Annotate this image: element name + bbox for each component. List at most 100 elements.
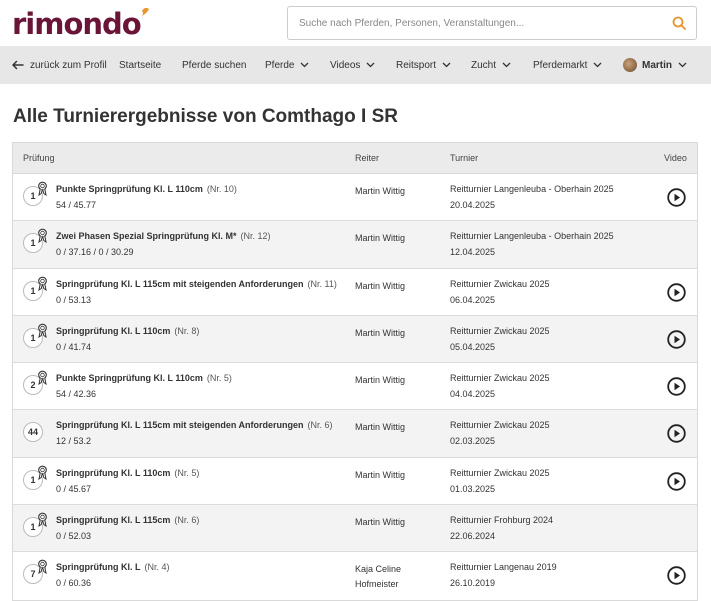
- chevron-down-icon: [442, 62, 451, 68]
- tournament-name[interactable]: Reitturnier Langenau 2019: [450, 562, 557, 572]
- test-name[interactable]: Springprüfung Kl. L 115cm mit steigenden…: [56, 279, 337, 289]
- nav-item-pferde-suchen[interactable]: Pferde suchen: [182, 46, 247, 84]
- play-video-icon[interactable]: [667, 424, 686, 444]
- placement-number: 1: [30, 332, 36, 343]
- chevron-down-icon: [594, 62, 602, 68]
- tournament-date: 02.03.2025: [450, 436, 496, 447]
- rider-name[interactable]: Martin Wittig: [355, 468, 435, 483]
- ribbon-icon: [38, 228, 47, 244]
- test-title: Punkte Springprüfung Kl. L 110cm: [56, 373, 203, 384]
- rider-name[interactable]: Kaja Celine Hofmeister: [355, 562, 435, 592]
- tournament-date: 22.06.2024: [450, 531, 496, 542]
- nav-label: Pferde: [265, 59, 295, 71]
- test-title: Springprüfung Kl. L 110cm: [56, 325, 171, 336]
- tournament-date: 26.10.2019: [450, 578, 496, 589]
- table-body: 1 Punkte Springprüfung Kl. L 110cm (Nr. 1…: [13, 174, 697, 600]
- score: 54 / 42.36: [56, 389, 97, 400]
- placement-number: 7: [30, 569, 36, 580]
- ribbon-icon: [38, 181, 47, 196]
- test-number: (Nr. 10): [206, 184, 237, 194]
- rimondo-logo[interactable]: rimondo: [12, 6, 149, 42]
- tournament-name[interactable]: Reitturnier Frohburg 2024: [450, 515, 553, 525]
- test-number: (Nr. 6): [174, 515, 200, 526]
- score: 0 / 52.03: [56, 531, 92, 542]
- play-video-icon[interactable]: [667, 377, 686, 396]
- test-name[interactable]: Zwei Phasen Spezial Springprüfung Kl. M*…: [56, 231, 271, 241]
- play-video-icon[interactable]: [667, 330, 686, 349]
- table-row[interactable]: 1 Springprüfung Kl. L 115cm mit steigend…: [13, 269, 697, 316]
- arrow-left-icon: [12, 60, 24, 70]
- chevron-down-icon: [301, 62, 309, 68]
- test-name[interactable]: Punkte Springprüfung Kl. L 110cm (Nr. 5): [56, 373, 232, 383]
- nav-item-pferde[interactable]: Pferde: [265, 46, 309, 84]
- table-row[interactable]: 1 Springprüfung Kl. L 110cm (Nr. 5) 0 / 4…: [13, 458, 697, 506]
- rider-name[interactable]: Martin Wittig: [355, 184, 435, 199]
- test-name[interactable]: Springprüfung Kl. L 110cm (Nr. 8): [56, 326, 199, 336]
- tournament-name[interactable]: Reitturnier Zwickau 2025: [450, 420, 550, 430]
- rider-name[interactable]: Martin Wittig: [355, 279, 435, 294]
- ribbon-icon: [38, 276, 47, 291]
- table-row[interactable]: 7 Springprüfung Kl. L (Nr. 4) 0 / 60.36 K…: [13, 552, 697, 599]
- test-name[interactable]: Springprüfung Kl. L 110cm (Nr. 5): [56, 468, 199, 478]
- play-video-icon[interactable]: [667, 282, 686, 302]
- test-number: (Nr. 12): [240, 231, 271, 242]
- placement-number: 1: [30, 238, 36, 249]
- table-row[interactable]: 1 Springprüfung Kl. L 110cm (Nr. 8) 0 / 4…: [13, 315, 697, 364]
- tournament-name[interactable]: Reitturnier Zwickau 2025: [450, 279, 550, 289]
- tournament-name[interactable]: Reitturnier Langenleuba - Oberhain 2025: [450, 231, 614, 241]
- tournament-name[interactable]: Reitturnier Zwickau 2025: [450, 326, 550, 336]
- test-name[interactable]: Springprüfung Kl. L (Nr. 4): [56, 562, 170, 572]
- nav-item-reitsport[interactable]: Reitsport: [396, 46, 451, 84]
- test-name[interactable]: Springprüfung Kl. L 115cm (Nr. 6): [56, 515, 199, 525]
- rider-name[interactable]: Martin Wittig: [355, 515, 435, 530]
- nav-label: Pferde suchen: [182, 59, 247, 71]
- table-row[interactable]: 44 Springprüfung Kl. L 115cm mit steigen…: [13, 410, 697, 458]
- table-row[interactable]: 2 Punkte Springprüfung Kl. L 110cm (Nr. 5…: [13, 363, 697, 411]
- nav-item-pferdemarkt[interactable]: Pferdemarkt: [533, 46, 602, 84]
- search-input[interactable]: [288, 7, 648, 39]
- test-name[interactable]: Punkte Springprüfung Kl. L 110cm (Nr. 10): [56, 184, 237, 194]
- nav-label: Reitsport: [396, 59, 437, 71]
- nav-item-videos[interactable]: Videos: [330, 46, 375, 84]
- main-nav: zurück zum Profil Startseite Pferde such…: [0, 46, 711, 84]
- tournament-name[interactable]: Reitturnier Langenleuba - Oberhain 2025: [450, 184, 614, 194]
- column-header-test: Prüfung: [23, 153, 55, 163]
- table-row[interactable]: 1 Punkte Springprüfung Kl. L 110cm (Nr. 1…: [13, 174, 697, 222]
- placement-badge: 44: [23, 422, 43, 443]
- table-row[interactable]: 1 Springprüfung Kl. L 115cm (Nr. 6) 0 / 5…: [13, 505, 697, 553]
- nav-item-startseite[interactable]: Startseite: [119, 46, 161, 84]
- play-video-icon[interactable]: [667, 566, 686, 586]
- nav-item-zucht[interactable]: Zucht: [471, 46, 511, 84]
- placement-number: 44: [27, 427, 38, 438]
- table-row[interactable]: 1 Zwei Phasen Spezial Springprüfung Kl. …: [13, 221, 697, 269]
- tournament-date: 20.04.2025: [450, 200, 496, 210]
- tournament-name[interactable]: Reitturnier Zwickau 2025: [450, 373, 550, 383]
- score: 0 / 41.74: [56, 341, 92, 352]
- chevron-down-icon: [502, 62, 511, 68]
- tournament-name[interactable]: Reitturnier Zwickau 2025: [450, 468, 550, 478]
- user-name: Martin: [642, 59, 672, 71]
- ribbon-icon: [38, 560, 47, 575]
- score: 0 / 53.13: [56, 294, 92, 305]
- logo-text: rimondo: [12, 7, 142, 41]
- test-title: Springprüfung Kl. L 115cm: [56, 515, 171, 526]
- rider-name[interactable]: Martin Wittig: [355, 373, 435, 388]
- test-title: Punkte Springprüfung Kl. L 110cm: [56, 184, 203, 194]
- search-icon[interactable]: [672, 16, 686, 30]
- nav-label: Startseite: [119, 59, 162, 71]
- rider-name[interactable]: Martin Wittig: [355, 231, 435, 246]
- column-header-video: Video: [664, 153, 687, 163]
- play-video-icon[interactable]: [667, 188, 686, 207]
- test-title: Zwei Phasen Spezial Springprüfung Kl. M*: [56, 231, 237, 242]
- tournament-date: 06.04.2025: [450, 294, 496, 305]
- user-menu[interactable]: Martin: [623, 46, 687, 84]
- test-name[interactable]: Springprüfung Kl. L 115cm mit steigenden…: [56, 420, 333, 430]
- back-to-profile-link[interactable]: zurück zum Profil: [11, 46, 107, 84]
- rider-name[interactable]: Martin Wittig: [355, 420, 435, 435]
- rider-name[interactable]: Martin Wittig: [355, 326, 435, 341]
- test-number: (Nr. 4): [144, 562, 170, 573]
- play-video-icon[interactable]: [667, 472, 686, 491]
- placement-number: 1: [30, 522, 36, 533]
- score: 54 / 45.77: [56, 200, 97, 210]
- tournament-date: 01.03.2025: [450, 483, 496, 494]
